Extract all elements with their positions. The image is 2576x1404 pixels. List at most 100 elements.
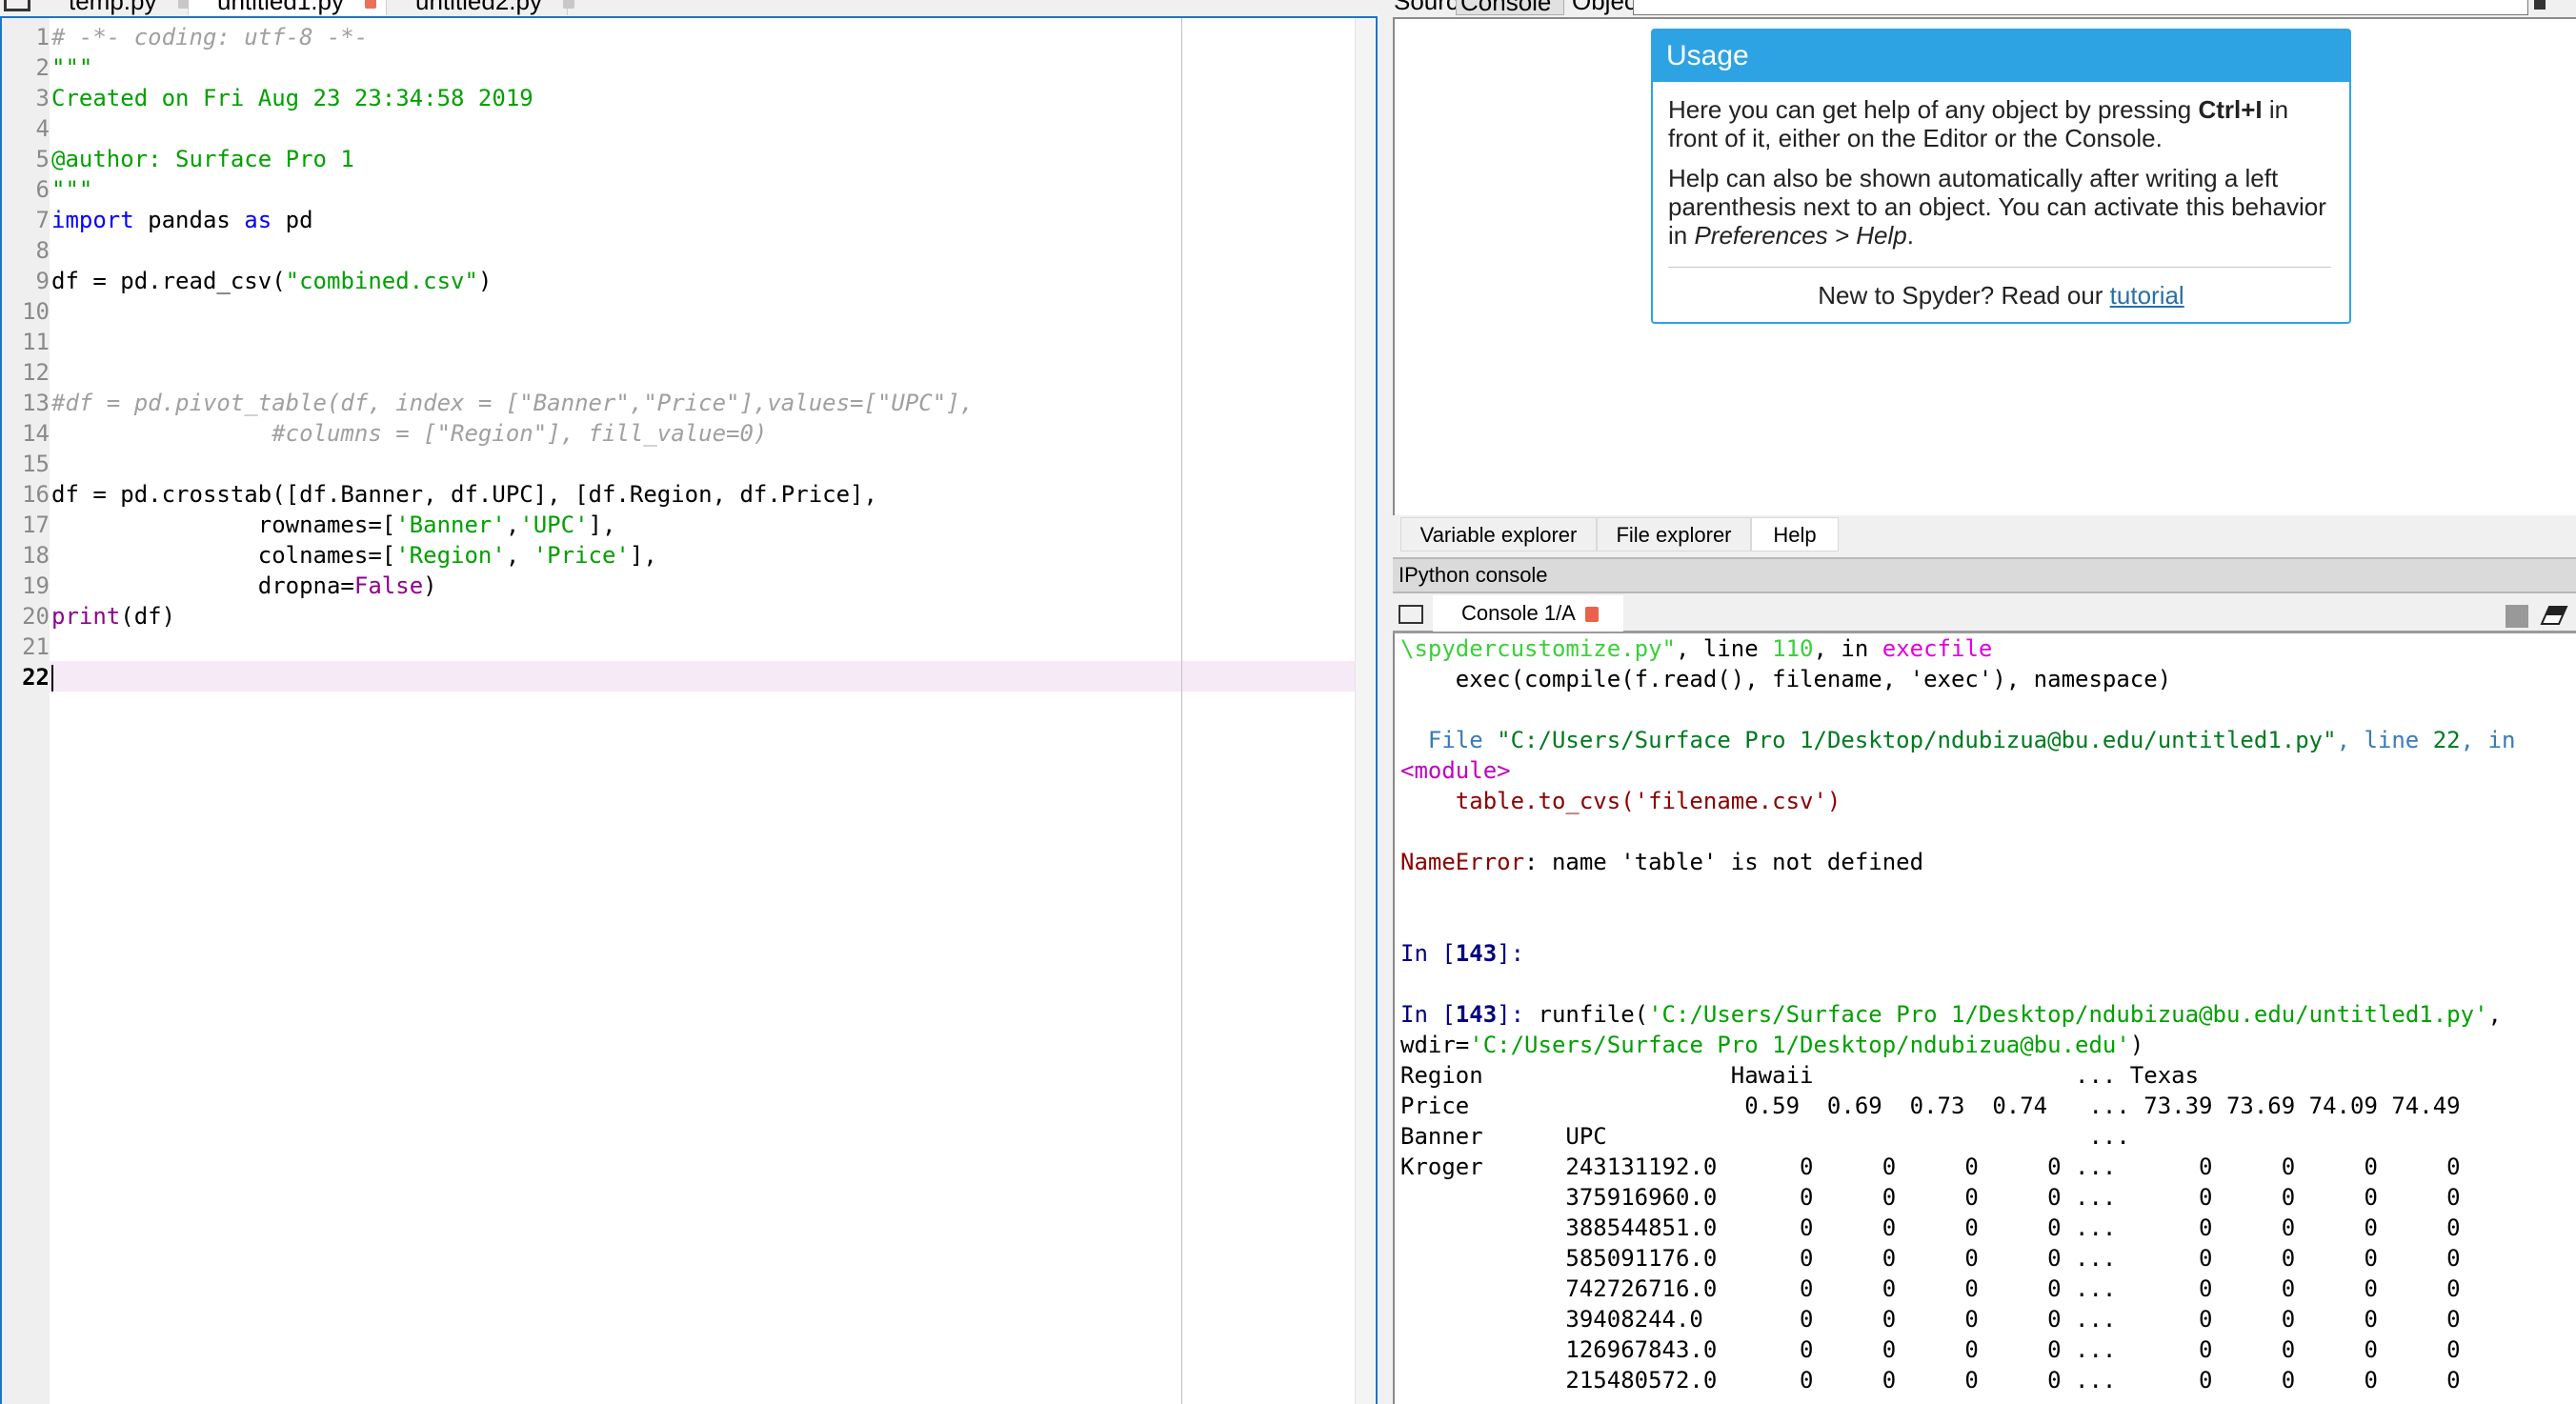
console-line: Price 0.59 0.69 0.73 0.74 ... 73.39 73.6… [1400,1091,2515,1121]
lock-icon[interactable] [2534,0,2546,10]
usage-box: Usage Here you can get help of any objec… [1651,29,2351,324]
close-tab-icon[interactable] [177,0,190,10]
code-token: ) [423,572,437,599]
console-token: NameError [1400,849,1525,875]
line-number: 16 [22,481,50,508]
tab-help[interactable]: Help [1751,517,1839,552]
console-line: Banner UPC ... [1400,1121,2515,1152]
code-token: 'Banner' [395,511,506,538]
usage-text: . [1906,221,1914,250]
source-select[interactable]: Console [1456,0,1564,16]
console-token: 110 [1772,635,1814,662]
clear-console-icon[interactable] [2540,605,2568,626]
line-number: 10 [22,298,50,325]
console-token: wdir= [1400,1032,1470,1058]
console-token: 143 [1455,940,1498,967]
code-token: "combined.csv" [285,268,478,294]
console-line: 388544851.0 0 0 0 0 ... 0 0 0 0 [1400,1213,2515,1243]
line-number: 1 [35,24,50,50]
code-token: ], [629,542,657,569]
line-text: #df = pd.pivot_table(df, index = ["Banne… [51,388,974,418]
edge-line [1181,18,1182,1404]
code-editor[interactable]: 1 # -*- coding: utf-8 -*- 2 """ 3 Created on … [0,16,1378,1404]
console-token: ]: [1497,1001,1539,1028]
usage-text: Here you can get help of any object by p… [1668,95,2199,124]
console-token: 126967843.0 0 0 0 0 ... 0 0 0 0 [1400,1336,2461,1363]
console-line: 39408244.0 0 0 0 0 ... 0 0 0 0 [1400,1304,2515,1334]
usage-paragraph-1: Here you can get help of any object by p… [1668,95,2335,152]
console-token: execfile [1882,635,1993,662]
code-token: dropna= [51,572,354,599]
stop-icon[interactable] [2506,605,2528,628]
console-line: 742726716.0 0 0 0 0 ... 0 0 0 0 [1400,1274,2515,1304]
code-token: df = pd.crosstab([df.Banner, df.UPC], [d… [51,481,877,508]
console-token: , in [1813,635,1882,662]
code-token: pd [272,207,313,233]
browse-tabs-icon[interactable] [4,0,30,11]
shortcut-text: Ctrl+I [2198,95,2263,124]
console-token: exec(compile(f.read(), filename, 'exec')… [1400,666,2172,692]
editor-tab-untitled1[interactable]: untitled1.py [189,0,387,15]
console-token: 143 [1455,1001,1498,1028]
help-toolbar: Source Console Object [1379,0,2576,16]
console-token: 'C:/Users/Surface Pro 1/Desktop/ndubizua… [1648,1001,2488,1028]
line-text: Created on Fri Aug 23 23:34:58 2019 [51,83,533,113]
editor-tab-temp[interactable]: temp.py [40,0,190,15]
line-number: 6 [35,176,50,203]
source-select-value: Console [1460,0,1552,16]
tab-file-explorer[interactable]: File explorer [1597,517,1751,552]
code-token: ], [588,511,616,538]
close-tab-icon[interactable] [364,0,376,10]
tab-label: untitled2.py [415,0,542,15]
console-output[interactable]: \spydercustomize.py", line 110, in execf… [1393,633,2576,1404]
code-token: #columns = ["Region"], fill_value=0) [51,420,768,447]
line-number: 5 [35,146,50,172]
tutorial-link[interactable]: tutorial [2110,281,2184,310]
text-cursor [51,665,53,692]
console-line: wdir='C:/Users/Surface Pro 1/Desktop/ndu… [1400,1030,2515,1060]
code-token: 'Region' [395,542,506,569]
code-token: print [51,603,121,630]
line-text: # -*- coding: utf-8 -*- [51,22,368,52]
line-text: rownames=['Banner','UPC'], [51,510,616,540]
code-token: 'UPC' [519,511,589,538]
line-number: 12 [22,359,50,386]
line-number: 11 [22,329,50,355]
line-text: import pandas as pd [51,205,313,235]
line-text [51,662,53,692]
editor-tab-untitled2[interactable]: untitled2.py [387,0,574,15]
usage-paragraph-2: Help can also be shown automatically aft… [1668,164,2335,250]
line-number: 14 [22,420,50,447]
code-token: #df = pd.pivot_table(df, index = ["Banne… [51,390,975,416]
console-token: \spydercustomize.py" [1400,635,1676,662]
console-tab[interactable]: Console 1/A [1433,595,1623,632]
line-text: """ [51,174,92,205]
line-number: 9 [35,268,50,294]
line-number: 15 [22,451,50,477]
console-line: <module> [1400,755,2515,786]
browse-tabs-icon[interactable] [1399,605,1423,624]
line-number: 13 [22,390,50,416]
console-token: 585091176.0 0 0 0 0 ... 0 0 0 0 [1400,1245,2461,1272]
console-token: , in [2460,727,2516,753]
close-console-icon[interactable] [1584,607,1599,623]
line-text: df = pd.read_csv("combined.csv") [51,266,492,296]
code-token: """ [51,54,93,81]
code-token: Created on Fri Aug 23 23:34:58 2019 [51,85,533,111]
console-token: 39408244.0 0 0 0 0 ... 0 0 0 0 [1400,1306,2461,1333]
line-number: 19 [22,572,50,599]
code-token: (df) [120,603,176,630]
console-line: \spydercustomize.py", line 110, in execf… [1400,633,2515,664]
console-token: File [1400,727,1498,753]
editor-scrollbar[interactable] [1355,18,1375,1404]
code-token: rownames=[ [51,511,396,538]
console-line: Kroger 243131192.0 0 0 0 0 ... 0 0 0 0 [1400,1152,2515,1182]
tab-variable-explorer[interactable]: Variable explorer [1400,517,1597,552]
close-tab-icon[interactable] [562,0,574,10]
console-line: File "C:/Users/Surface Pro 1/Desktop/ndu… [1400,725,2516,755]
object-input[interactable] [1633,0,2528,15]
console-token: <module> [1400,757,1511,784]
